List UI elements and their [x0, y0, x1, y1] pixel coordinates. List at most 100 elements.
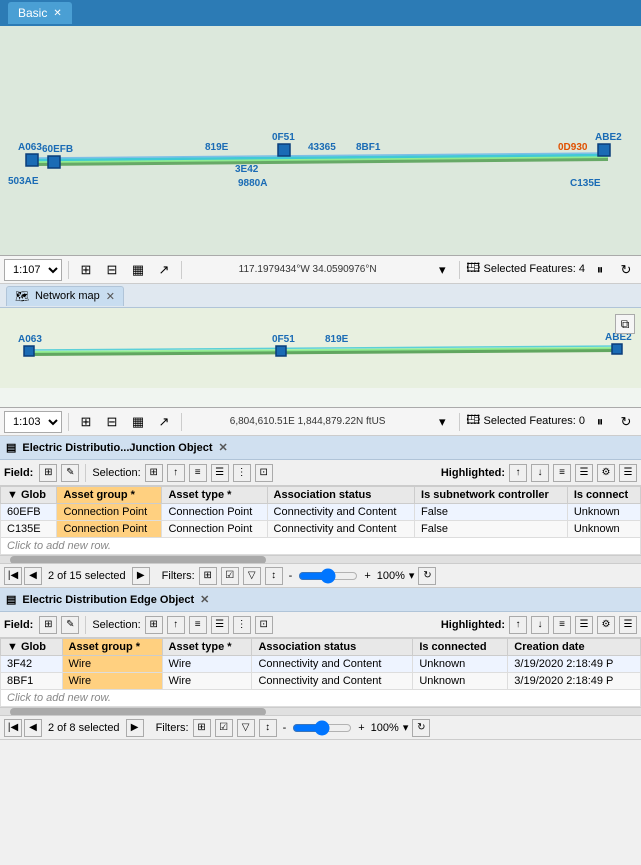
toolbar-btn-2[interactable]: ⊟ [101, 259, 123, 281]
tab-close-icon[interactable]: ✕ [53, 8, 61, 19]
col-assetgroup-2[interactable]: Asset group * [62, 639, 162, 656]
network-map-tab[interactable]: 🗺 Network map ✕ [6, 286, 124, 306]
t1-sel-btn4[interactable]: ☰ [211, 464, 229, 482]
add-row-label-1[interactable]: Click to add new row. [1, 538, 641, 555]
netmap-btn-2[interactable]: ⊟ [101, 411, 123, 433]
toolbar-btn-1[interactable]: ⊞ [75, 259, 97, 281]
netmap-btn-1[interactable]: ⊞ [75, 411, 97, 433]
t1-filter-btn1[interactable]: ⊞ [199, 567, 217, 585]
t2-hi-btn3[interactable]: ≡ [553, 616, 571, 634]
t1-sel-btn1[interactable]: ⊞ [145, 464, 163, 482]
t2-nav-next[interactable]: ▶ [126, 719, 144, 737]
add-row-1[interactable]: Click to add new row. [1, 538, 641, 555]
table1-field-btn2[interactable]: ✎ [61, 464, 79, 482]
col-glob-1[interactable]: ▼ Glob [1, 487, 57, 504]
table-row[interactable]: 3F42 Wire Wire Connectivity and Content … [1, 656, 641, 673]
t1-zoom-dropdown[interactable]: ▾ [409, 569, 415, 582]
t1-settings[interactable]: ⚙ [597, 464, 615, 482]
t1-filter-btn3[interactable]: ▽ [243, 567, 261, 585]
svg-text:819E: 819E [205, 142, 229, 153]
table-row[interactable]: 60EFB Connection Point Connection Point … [1, 504, 641, 521]
col-assettype-1[interactable]: Asset type * [162, 487, 267, 504]
t2-hi-btn4[interactable]: ☰ [575, 616, 593, 634]
t2-hi-btn1[interactable]: ↑ [509, 616, 527, 634]
col-subnetwork-1[interactable]: Is subnetwork controller [415, 487, 568, 504]
netmap-btn-4[interactable]: ↗ [153, 411, 175, 433]
t1-hi-btn1[interactable]: ↑ [509, 464, 527, 482]
t1-nav-prev[interactable]: ◀ [24, 567, 42, 585]
col-creationdate-2[interactable]: Creation date [508, 639, 641, 656]
network-map-canvas[interactable]: A063 0F51 819E ABE2 ⧉ [0, 308, 641, 408]
t1-hi-btn4[interactable]: ☰ [575, 464, 593, 482]
col-assocstatus-2[interactable]: Association status [252, 639, 413, 656]
t2-sel-btn1[interactable]: ⊞ [145, 616, 163, 634]
main-tab[interactable]: Basic ✕ [8, 2, 72, 24]
col-assocstatus-1[interactable]: Association status [267, 487, 415, 504]
col-assetgroup-1[interactable]: Asset group * [57, 487, 162, 504]
t1-sel-btn3[interactable]: ≡ [189, 464, 207, 482]
t1-nav-first[interactable]: |◀ [4, 567, 22, 585]
t2-nav-prev[interactable]: ◀ [24, 719, 42, 737]
table2-scrollbar[interactable] [0, 707, 641, 715]
table1-field-btn1[interactable]: ⊞ [39, 464, 57, 482]
network-map-close[interactable]: ✕ [106, 290, 115, 303]
table1-close[interactable]: ✕ [219, 441, 228, 454]
zoom-select[interactable]: 1:107 [4, 259, 62, 281]
table2-field-btn1[interactable]: ⊞ [39, 616, 57, 634]
t1-hi-btn3[interactable]: ≡ [553, 464, 571, 482]
t1-sel-btn6[interactable]: ⊡ [255, 464, 273, 482]
add-row-label-2[interactable]: Click to add new row. [1, 690, 641, 707]
add-row-2[interactable]: Click to add new row. [1, 690, 641, 707]
t1-zoom-slider[interactable] [298, 568, 358, 584]
t1-filter-btn4[interactable]: ↕ [265, 567, 283, 585]
t1-status-refresh[interactable]: ↻ [418, 567, 436, 585]
t1-menu[interactable]: ☰ [619, 464, 637, 482]
main-map[interactable]: A063 60EFB 503AE 819E 3E42 0F51 43365 98… [0, 26, 641, 256]
netmap-btn-3[interactable]: ▦ [127, 411, 149, 433]
t1-sel-btn5[interactable]: ⋮ [233, 464, 251, 482]
t1-sel-btn2[interactable]: ↑ [167, 464, 185, 482]
t2-sel-btn5[interactable]: ⋮ [233, 616, 251, 634]
t2-sel-btn3[interactable]: ≡ [189, 616, 207, 634]
t2-settings[interactable]: ⚙ [597, 616, 615, 634]
t2-sel-btn6[interactable]: ⊡ [255, 616, 273, 634]
t2-nav-first[interactable]: |◀ [4, 719, 22, 737]
coord-dropdown[interactable]: ▾ [431, 259, 453, 281]
pause-btn[interactable]: ⏸ [589, 259, 611, 281]
refresh-btn[interactable]: ↻ [615, 259, 637, 281]
t2-filter-btn3[interactable]: ▽ [237, 719, 255, 737]
t2-filter-btn1[interactable]: ⊞ [193, 719, 211, 737]
netmap-refresh-btn[interactable]: ↻ [615, 411, 637, 433]
table-row[interactable]: C135E Connection Point Connection Point … [1, 521, 641, 538]
table2-scroll[interactable]: ▼ Glob Asset group * Asset type * Associ… [0, 638, 641, 707]
table1-scroll[interactable]: ▼ Glob Asset group * Asset type * Associ… [0, 486, 641, 555]
t2-filter-btn4[interactable]: ↕ [259, 719, 277, 737]
t2-menu[interactable]: ☰ [619, 616, 637, 634]
netmap-zoom-select[interactable]: 1:103 [4, 411, 62, 433]
screenshot-btn[interactable]: ⧉ [615, 314, 635, 334]
t1-filter-btn2[interactable]: ☑ [221, 567, 239, 585]
table2-field-btn2[interactable]: ✎ [61, 616, 79, 634]
toolbar-btn-4[interactable]: ↗ [153, 259, 175, 281]
cell-glob: 60EFB [1, 504, 57, 521]
t2-hi-btn2[interactable]: ↓ [531, 616, 549, 634]
t2-zoom-dropdown[interactable]: ▾ [403, 721, 409, 734]
t2-filter-btn2[interactable]: ☑ [215, 719, 233, 737]
col-assettype-2[interactable]: Asset type * [162, 639, 252, 656]
toolbar-btn-3[interactable]: ▦ [127, 259, 149, 281]
t2-zoom-slider[interactable] [292, 720, 352, 736]
table1-scrollbar[interactable] [0, 555, 641, 563]
table-row[interactable]: 8BF1 Wire Wire Connectivity and Content … [1, 673, 641, 690]
col-isconnected-2[interactable]: Is connected [413, 639, 508, 656]
col-glob-2[interactable]: ▼ Glob [1, 639, 63, 656]
t2-sel-btn2[interactable]: ↑ [167, 616, 185, 634]
t1-hi-btn2[interactable]: ↓ [531, 464, 549, 482]
t2-sel-btn4[interactable]: ☰ [211, 616, 229, 634]
t1-nav-next[interactable]: ▶ [132, 567, 150, 585]
cell-assocstatus: Connectivity and Content [252, 673, 413, 690]
table2-close[interactable]: ✕ [200, 593, 209, 606]
netmap-pause-btn[interactable]: ⏸ [589, 411, 611, 433]
netmap-coord-dropdown[interactable]: ▾ [431, 411, 453, 433]
t2-status-refresh[interactable]: ↻ [412, 719, 430, 737]
col-isconnect-1[interactable]: Is connect [567, 487, 640, 504]
